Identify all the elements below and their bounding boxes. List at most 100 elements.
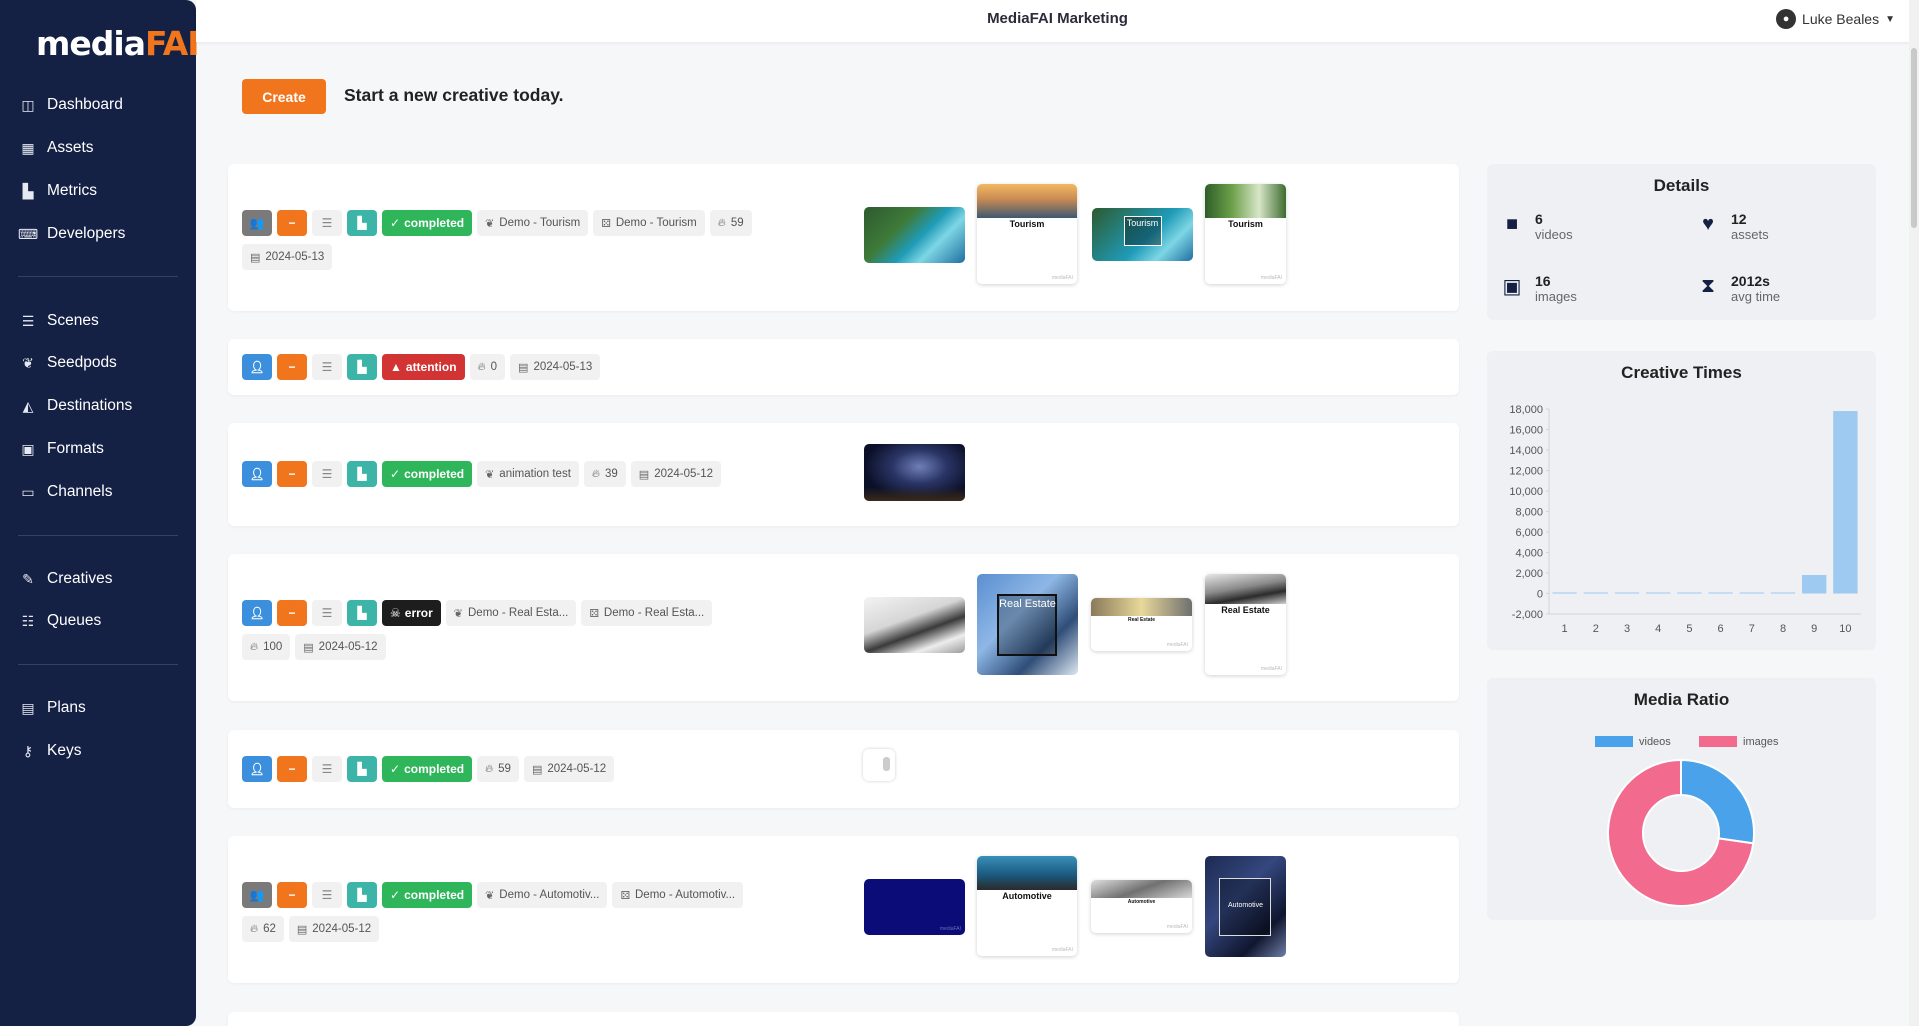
- nav-item-formats[interactable]: ▣ Formats: [18, 435, 103, 463]
- creative-thumbnail[interactable]: Automotive: [1205, 856, 1286, 957]
- minus-icon[interactable]: −: [277, 600, 307, 626]
- list-icon[interactable]: ☰: [312, 600, 342, 626]
- slice-videos[interactable]: [1680, 758, 1755, 845]
- seedpod-tag[interactable]: ❦ Demo - Tourism: [477, 210, 589, 236]
- chart-icon[interactable]: ▙: [347, 756, 377, 782]
- nav-item-keys[interactable]: ⚷ Keys: [18, 737, 82, 765]
- bar-2[interactable]: [1583, 592, 1608, 594]
- creative-thumbnail[interactable]: Automotive mediaFAI: [977, 856, 1077, 956]
- scrollbar[interactable]: [1909, 0, 1919, 1026]
- legend-swatch-videos[interactable]: [1595, 736, 1633, 747]
- nav-item-metrics[interactable]: ▙ Metrics: [18, 177, 97, 205]
- creative-thumbnail[interactable]: Tourism mediaFAI: [1205, 184, 1286, 284]
- bar-1[interactable]: [1552, 592, 1577, 594]
- bar-6[interactable]: [1708, 592, 1733, 594]
- nav-item-assets[interactable]: ▦ Assets: [18, 134, 93, 162]
- minus-icon[interactable]: −: [277, 882, 307, 908]
- list-icon[interactable]: ☰: [312, 461, 342, 487]
- nav-item-developers[interactable]: ⌨ Developers: [18, 220, 126, 248]
- creative-meta: 👤︎ − ☰ ▙ ✓ completed 🔥︎ 59 ▤ 2024-05-12: [242, 756, 762, 782]
- nav-item-seedpods[interactable]: ❦ Seedpods: [18, 349, 117, 377]
- logo[interactable]: mediaFAI: [36, 24, 200, 63]
- chart-icon[interactable]: ▙: [347, 210, 377, 236]
- legend-label-images[interactable]: images: [1743, 736, 1779, 748]
- creative-times-panel: Creative Times 18,000 16,000 14,000 12,000 1…: [1487, 351, 1876, 650]
- creative-card[interactable]: 👤︎ − ☰ ▙ ✓ completed 🔥︎ 59 ▤ 2024-05-12: [228, 730, 1459, 808]
- seedpod-tag[interactable]: ❦ animation test: [477, 461, 579, 487]
- chart-icon[interactable]: ▙: [347, 354, 377, 380]
- user-icon[interactable]: 👤︎: [242, 600, 272, 626]
- user-name: Luke Beales: [1802, 11, 1880, 27]
- nav-item-plans[interactable]: ▤ Plans: [18, 694, 85, 722]
- thumbnail-image: [977, 856, 1077, 890]
- bar-8[interactable]: [1770, 592, 1796, 594]
- creative-thumbnail[interactable]: mediaFAI: [864, 879, 965, 935]
- creative-card[interactable]: 👥 − ☰ ▙ ✓ completed ❦ Demo - Automotiv... …: [228, 836, 1459, 983]
- scene-icon: ⚄: [589, 607, 599, 620]
- creative-card[interactable]: 👤︎ − ☰ ▙ ▲ attention 🔥︎ 0 ▤ 2024-05-13: [228, 339, 1459, 395]
- list-icon[interactable]: ☰: [312, 882, 342, 908]
- nav-item-channels[interactable]: ▭ Channels: [18, 478, 112, 506]
- creative-thumbnail[interactable]: [864, 207, 965, 263]
- bar-3[interactable]: [1614, 592, 1640, 594]
- creative-card[interactable]: 👤︎ − ☰ ▙ ☠ error ❦ Demo - Real Esta... ⚄ De…: [228, 554, 1459, 701]
- list-icon[interactable]: ☰: [312, 210, 342, 236]
- minus-icon[interactable]: −: [277, 210, 307, 236]
- user-menu[interactable]: ● Luke Beales ▼: [1776, 9, 1895, 29]
- creative-thumbnail[interactable]: Tourism: [1092, 208, 1193, 261]
- seedpod-tag[interactable]: ❦ Demo - Real Esta...: [445, 600, 577, 626]
- creative-thumbnail[interactable]: Real Estate mediaFAI: [1091, 598, 1192, 651]
- scene-tag[interactable]: ⚄ Demo - Tourism: [593, 210, 705, 236]
- list-icon[interactable]: ☰: [312, 354, 342, 380]
- creative-thumbnail[interactable]: [864, 444, 965, 501]
- bar-7[interactable]: [1739, 592, 1764, 594]
- chart-icon[interactable]: ▙: [347, 882, 377, 908]
- legend-label-videos[interactable]: videos: [1639, 736, 1671, 748]
- creative-thumbnail[interactable]: Tourism mediaFAI: [977, 184, 1077, 284]
- list-check-icon: ☷: [21, 612, 35, 629]
- count-tag: 🔥︎ 62: [242, 916, 284, 942]
- users-icon[interactable]: 👥: [242, 882, 272, 908]
- seedpod-tag[interactable]: ❦ Demo - Automotiv...: [477, 882, 608, 908]
- nav-label: Destinations: [47, 397, 133, 414]
- creative-card[interactable]: 👥 − ☰ ▙ ✓ completed ❦ Demo - Tourism ⚄ Demo…: [228, 164, 1459, 311]
- creative-thumbnail[interactable]: [864, 597, 965, 653]
- thumbnail-image: [977, 184, 1077, 218]
- user-icon[interactable]: 👤︎: [242, 756, 272, 782]
- bar-5[interactable]: [1677, 592, 1702, 594]
- nav-item-creatives[interactable]: ✎ Creatives: [18, 565, 112, 593]
- create-button[interactable]: Create: [242, 79, 326, 114]
- chart-icon[interactable]: ▙: [347, 461, 377, 487]
- y-tick-label: 12,000: [1509, 466, 1543, 478]
- chart-icon[interactable]: ▙: [347, 600, 377, 626]
- scrollbar-thumb[interactable]: [1911, 48, 1917, 228]
- bar-4[interactable]: [1646, 592, 1671, 594]
- creative-card[interactable]: 👤︎ − ☰ ▙ ✓ completed ❦ animation test 🔥︎ 39…: [228, 423, 1459, 526]
- user-icon[interactable]: 👤︎: [242, 354, 272, 380]
- creative-thumbnail[interactable]: [863, 749, 895, 781]
- minus-icon[interactable]: −: [277, 354, 307, 380]
- minus-icon[interactable]: −: [277, 461, 307, 487]
- bar-9[interactable]: [1802, 575, 1827, 594]
- x-tick-label: 2: [1593, 623, 1599, 635]
- nav-item-destinations[interactable]: ◭ Destinations: [18, 392, 133, 420]
- creative-card[interactable]: [228, 1012, 1459, 1026]
- creative-thumbnail[interactable]: Automotive mediaFAI: [1091, 880, 1192, 933]
- nav-divider: [18, 535, 178, 536]
- legend-swatch-images[interactable]: [1699, 736, 1737, 747]
- nav-item-dashboard[interactable]: ◫ Dashboard: [18, 91, 122, 119]
- creative-thumbnail[interactable]: Real Estate mediaFAI: [1205, 574, 1286, 675]
- bar-10[interactable]: [1833, 411, 1858, 594]
- users-icon[interactable]: 👥: [242, 210, 272, 236]
- scene-tag[interactable]: ⚄ Demo - Automotiv...: [612, 882, 744, 908]
- list-icon[interactable]: ☰: [312, 756, 342, 782]
- creative-thumbnail[interactable]: Real Estate: [977, 574, 1078, 675]
- user-circle-icon: ●: [1776, 9, 1797, 29]
- scene-tag[interactable]: ⚄ Demo - Real Esta...: [581, 600, 713, 626]
- fire-icon: 🔥︎: [591, 467, 600, 480]
- media-ratio-chart: videos images: [1595, 736, 1779, 907]
- user-icon[interactable]: 👤︎: [242, 461, 272, 487]
- nav-item-queues[interactable]: ☷ Queues: [18, 607, 102, 635]
- minus-icon[interactable]: −: [277, 756, 307, 782]
- nav-item-scenes[interactable]: ☰ Scenes: [18, 307, 99, 335]
